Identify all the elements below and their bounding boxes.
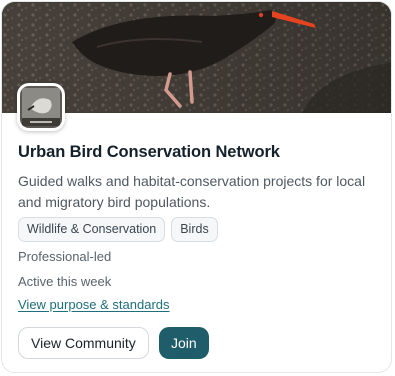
leadership-info: Professional-led bbox=[18, 249, 112, 264]
bird-photo-thumbnail bbox=[20, 86, 62, 128]
community-avatar bbox=[17, 83, 65, 131]
activity-status: Active this week bbox=[18, 274, 112, 289]
community-card: Urban Bird Conservation Network Guided w… bbox=[1, 1, 392, 373]
view-community-button[interactable]: View Community bbox=[18, 327, 149, 359]
tag-wildlife-conservation[interactable]: Wildlife & Conservation bbox=[18, 217, 166, 242]
join-button[interactable]: Join bbox=[159, 327, 209, 359]
tag-birds[interactable]: Birds bbox=[171, 217, 218, 242]
view-purpose-link[interactable]: View purpose & standards bbox=[18, 297, 170, 312]
community-title: Urban Bird Conservation Network bbox=[18, 143, 280, 161]
community-description: Guided walks and habitat-conservation pr… bbox=[18, 173, 366, 210]
tag-list: Wildlife & Conservation Birds bbox=[18, 217, 218, 242]
